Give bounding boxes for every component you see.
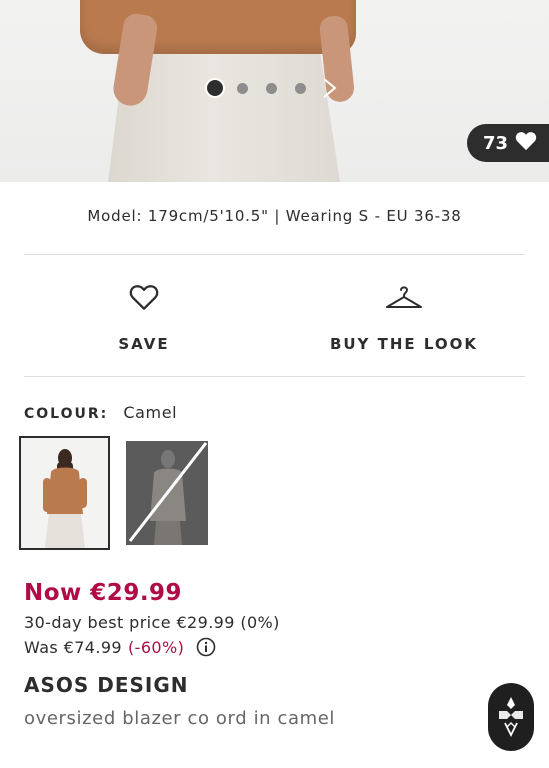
save-count-badge[interactable]: 73 <box>467 124 549 162</box>
save-button[interactable]: SAVE <box>19 283 269 353</box>
colour-swatch-unavailable[interactable] <box>126 441 208 545</box>
divider <box>24 254 525 255</box>
assistant-badge-icon[interactable] <box>488 683 534 751</box>
previous-price: Was €74.99 <box>24 637 123 657</box>
carousel-dot-3[interactable] <box>266 82 277 94</box>
heart-filled-icon <box>515 131 537 155</box>
colour-label: COLOUR: <box>24 406 109 422</box>
colour-selector-label: COLOUR: Camel <box>24 403 177 422</box>
info-circle-icon[interactable] <box>196 637 216 657</box>
model-size-info: Model: 179cm/5'10.5" | Wearing S - EU 36… <box>87 207 462 225</box>
discount-percentage: (-60%) <box>128 637 185 657</box>
carousel-pagination <box>207 80 324 96</box>
save-count: 73 <box>483 132 509 154</box>
previous-price-row: Was €74.99 (-60%) <box>24 637 216 657</box>
brand-name: ASOS DESIGN <box>24 673 189 697</box>
carousel-dot-4[interactable] <box>295 82 306 94</box>
current-price: Now €29.99 <box>24 580 183 606</box>
hanger-icon <box>385 286 423 315</box>
carousel-dot-2[interactable] <box>237 82 248 94</box>
carousel-dot-1[interactable] <box>207 80 223 96</box>
product-title: oversized blazer co ord in camel <box>24 708 336 729</box>
buy-the-look-button[interactable]: BUY THE LOOK <box>279 283 529 353</box>
divider <box>24 376 525 377</box>
buy-the-look-label: BUY THE LOOK <box>329 335 479 353</box>
heart-outline-icon <box>128 285 160 315</box>
swatch-thumbnail <box>126 441 208 545</box>
save-label: SAVE <box>118 335 170 353</box>
colour-swatch-camel[interactable] <box>19 436 110 550</box>
product-image-carousel[interactable]: 73 <box>0 0 549 182</box>
colour-value: Camel <box>123 403 178 422</box>
chevron-right-icon[interactable] <box>322 78 338 102</box>
best-price-info: 30-day best price €29.99 (0%) <box>24 613 280 632</box>
swatch-thumbnail <box>21 438 108 548</box>
